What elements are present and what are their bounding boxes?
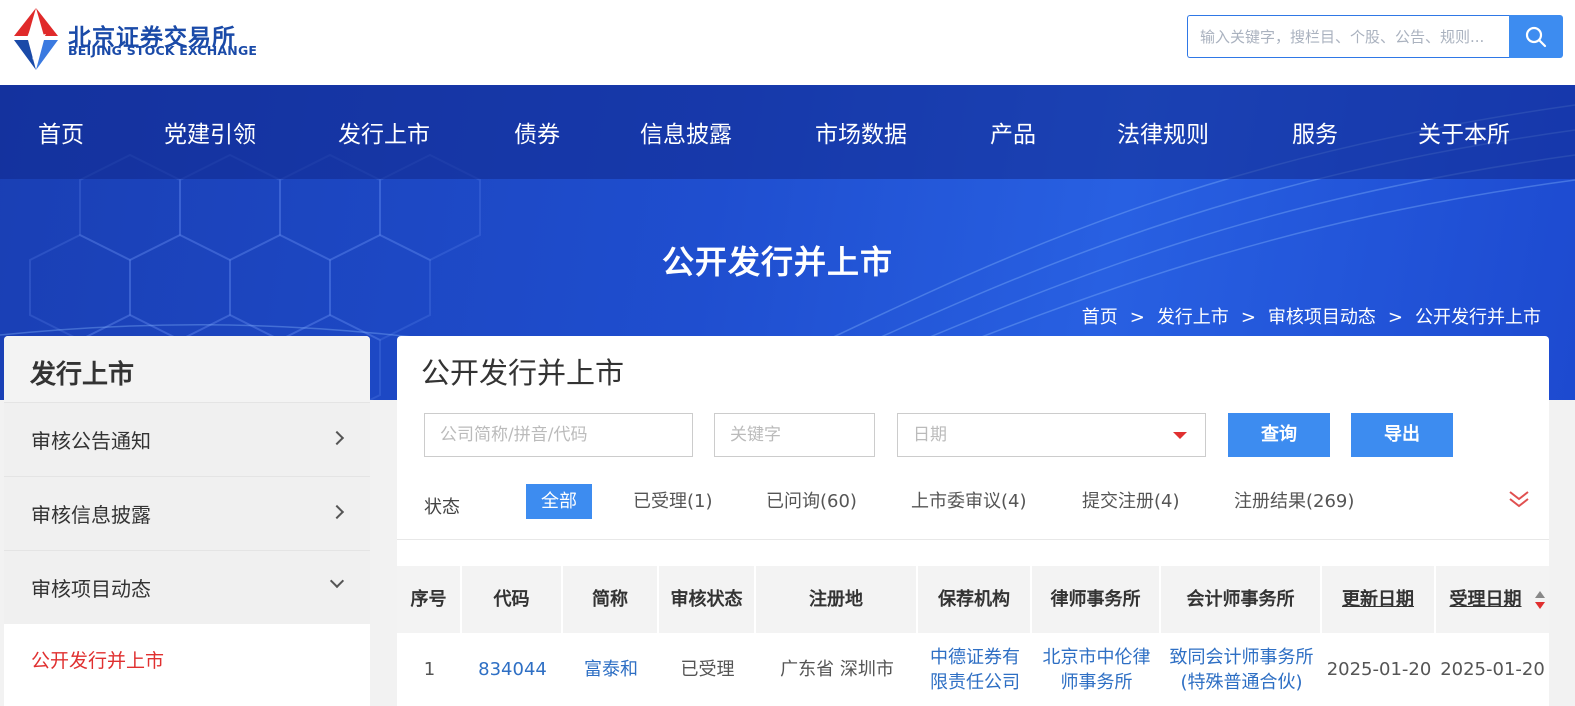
main-nav: 首页 党建引领 发行上市 债券 信息披露 市场数据 产品 法律规则 服务 关于本…	[0, 85, 1575, 179]
caret-down-icon	[1173, 432, 1187, 439]
breadcrumb: 首页 > 发行上市 > 审核项目动态 > 公开发行并上市	[1080, 303, 1543, 329]
nav-bonds[interactable]: 债券	[514, 115, 560, 149]
chevron-down-icon	[329, 573, 345, 589]
search-icon	[1525, 26, 1547, 48]
chevron-right-icon	[329, 504, 345, 520]
sort-icon[interactable]	[1535, 590, 1545, 610]
cell-location: 广东省 深圳市	[780, 659, 894, 680]
bse-logo-icon	[14, 8, 58, 70]
column-header-index: 序号	[397, 566, 462, 633]
cell-code-link[interactable]: 834044	[462, 633, 563, 706]
page-title: 公开发行并上市	[421, 356, 625, 390]
cell-name-link[interactable]: 富泰和	[563, 633, 659, 706]
cell-sponsor-link[interactable]: 中德证券有 限责任公司	[918, 633, 1032, 706]
column-header-label: 更新日期	[1342, 589, 1414, 610]
column-header-location: 注册地	[756, 566, 918, 633]
logo-english-name: BEIJING STOCK EXCHANGE	[68, 43, 258, 58]
chevron-right-icon	[329, 430, 345, 446]
sidebar-subitem-public-offering[interactable]: 公开发行并上市	[4, 624, 370, 694]
table-header: 序号 代码 简称 审核状态 注册地 保荐机构 律师事务所 会计师事务所 更新日期…	[397, 566, 1549, 633]
column-header-accept-date[interactable]: 受理日期	[1436, 566, 1549, 633]
cell-law-firm-link[interactable]: 北京市中伦律 师事务所	[1032, 633, 1161, 706]
nav-party-building[interactable]: 党建引领	[164, 115, 256, 149]
cell-accounting-firm-link[interactable]: 致同会计师事务所 (特殊普通合伙)	[1161, 633, 1322, 706]
main-panel: 公开发行并上市 公司简称/拼音/代码 关键字 日期 查询 导出 状态 全部 已受…	[397, 336, 1549, 706]
cell-index: 1	[423, 659, 436, 680]
nav-products[interactable]: 产品	[990, 115, 1036, 149]
double-chevron-down-icon[interactable]	[1507, 488, 1531, 512]
sidebar-item-label: 审核信息披露	[31, 503, 151, 527]
cell-line: 北京市中伦律	[1042, 646, 1151, 668]
nav-rules[interactable]: 法律规则	[1117, 115, 1209, 149]
sidebar-item-label: 审核公告通知	[31, 429, 151, 453]
breadcrumb-home[interactable]: 首页	[1082, 307, 1118, 328]
nav-home[interactable]: 首页	[38, 115, 84, 149]
sidebar-title: 发行上市	[4, 336, 370, 402]
nav-disclosure[interactable]: 信息披露	[640, 115, 732, 149]
nav-market-data[interactable]: 市场数据	[815, 115, 907, 149]
column-header-label: 受理日期	[1449, 589, 1522, 610]
sidebar-item-review-dynamics[interactable]: 审核项目动态	[4, 550, 370, 624]
nav-about[interactable]: 关于本所	[1418, 115, 1510, 149]
banner-title: 公开发行并上市	[661, 243, 893, 281]
column-header-code: 代码	[462, 566, 563, 633]
cell-line: 师事务所	[1060, 671, 1133, 693]
sidebar-item-review-notices[interactable]: 审核公告通知	[4, 402, 370, 476]
breadcrumb-separator: >	[1129, 307, 1145, 328]
column-header-status: 审核状态	[659, 566, 756, 633]
nav-listing[interactable]: 发行上市	[338, 115, 430, 149]
status-tab-inquired[interactable]: 已问询(60)	[766, 484, 857, 519]
column-header-update-date[interactable]: 更新日期	[1322, 566, 1436, 633]
divider	[397, 539, 1549, 540]
cell-accept-date: 2025-01-20	[1440, 659, 1545, 680]
cell-line: 中德证券有	[930, 646, 1020, 668]
column-header-sponsor: 保荐机构	[918, 566, 1032, 633]
company-search-input[interactable]: 公司简称/拼音/代码	[424, 413, 693, 457]
keyword-input[interactable]: 关键字	[714, 413, 875, 457]
site-search-input[interactable]	[1187, 15, 1510, 58]
breadcrumb-listing[interactable]: 发行上市	[1157, 307, 1229, 328]
cell-line: 限责任公司	[930, 671, 1020, 693]
breadcrumb-separator: >	[1240, 307, 1256, 328]
status-tab-submitted-registration[interactable]: 提交注册(4)	[1082, 484, 1180, 519]
query-button[interactable]: 查询	[1228, 413, 1330, 457]
cell-line: 致同会计师事务所	[1169, 646, 1314, 668]
status-tab-committee-review[interactable]: 上市委审议(4)	[911, 484, 1027, 519]
status-tab-all[interactable]: 全部	[526, 484, 592, 519]
column-header-law-firm: 律师事务所	[1032, 566, 1161, 633]
sidebar-item-label: 审核项目动态	[31, 577, 151, 601]
column-header-accounting-firm: 会计师事务所	[1161, 566, 1322, 633]
sidebar: 发行上市 审核公告通知 审核信息披露 审核项目动态 公开发行并上市	[4, 336, 370, 706]
breadcrumb-review-dynamics[interactable]: 审核项目动态	[1268, 307, 1376, 328]
status-tab-registration-result[interactable]: 注册结果(269)	[1234, 484, 1354, 519]
cell-status: 已受理	[680, 659, 735, 680]
breadcrumb-separator: >	[1387, 307, 1403, 328]
date-select[interactable]: 日期	[897, 413, 1206, 457]
cell-line: (特殊普通合伙)	[1180, 671, 1303, 693]
site-header: 北京证券交易所 BEIJING STOCK EXCHANGE	[0, 0, 1575, 85]
export-button[interactable]: 导出	[1351, 413, 1453, 457]
table-row: 1 834044 富泰和 已受理 广东省 深圳市 中德证券有 限责任公司 北京市…	[397, 633, 1549, 706]
status-tab-accepted[interactable]: 已受理(1)	[633, 484, 713, 519]
site-search-button[interactable]	[1509, 15, 1563, 58]
nav-services[interactable]: 服务	[1292, 115, 1338, 149]
status-filter-label: 状态	[424, 497, 460, 518]
column-header-name: 简称	[563, 566, 659, 633]
sidebar-item-review-disclosure[interactable]: 审核信息披露	[4, 476, 370, 550]
date-select-placeholder: 日期	[913, 425, 947, 445]
site-logo[interactable]: 北京证券交易所 BEIJING STOCK EXCHANGE	[8, 6, 257, 72]
breadcrumb-current: 公开发行并上市	[1415, 307, 1541, 328]
cell-update-date: 2025-01-20	[1326, 659, 1432, 680]
